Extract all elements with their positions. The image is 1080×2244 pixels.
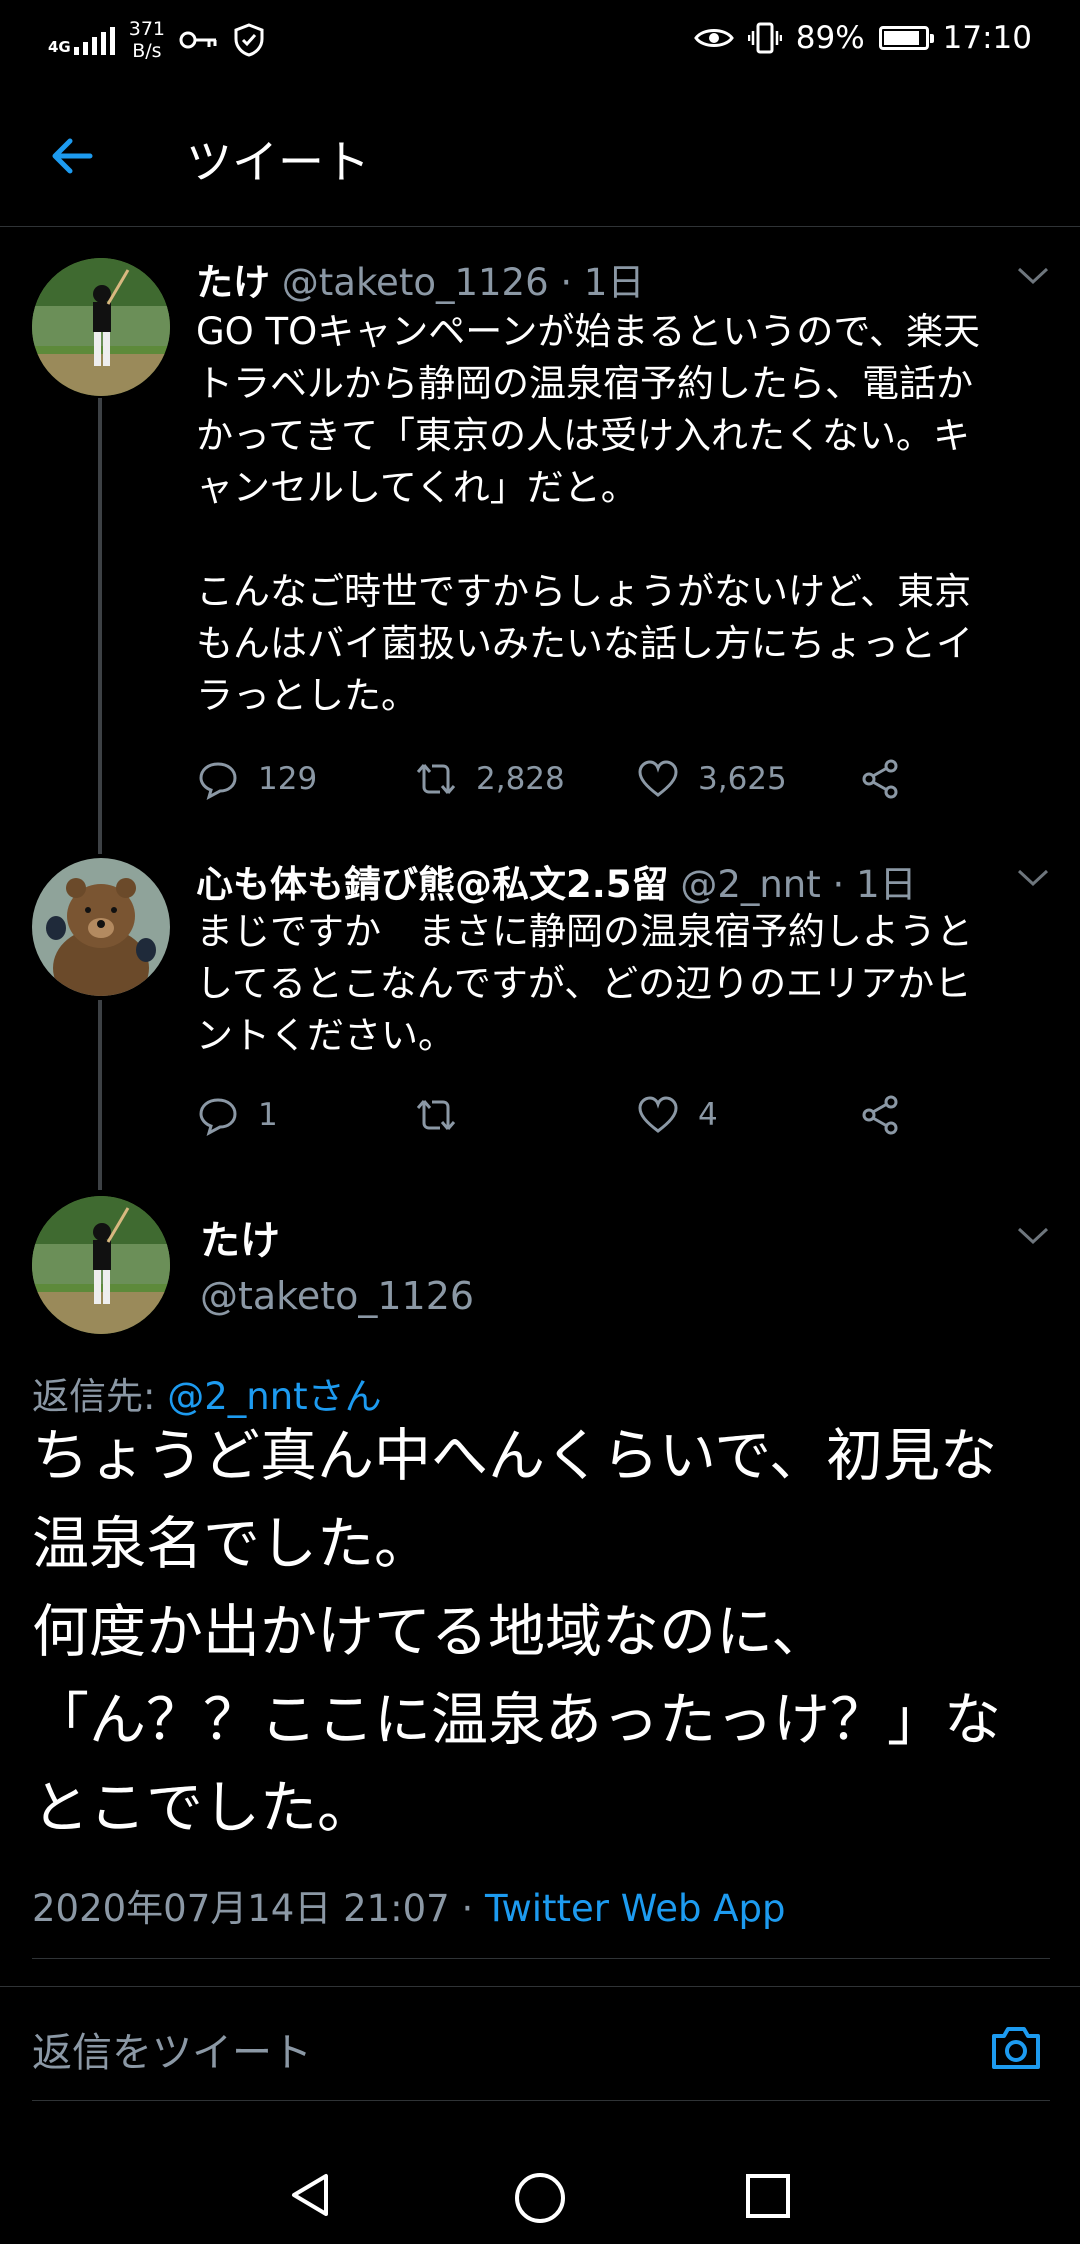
back-arrow-icon[interactable] [44, 128, 100, 184]
dot-separator: · [560, 261, 573, 304]
key-icon [179, 31, 217, 49]
share-icon [862, 759, 898, 799]
recents-nav-icon[interactable] [744, 2172, 792, 2220]
share-button[interactable] [858, 1093, 902, 1137]
tweet-timestamp: 2020年07月14日 21:07 · Twitter Web App [32, 1878, 786, 1932]
author-name[interactable]: 心も体も錆び熊@私文2.5留 [196, 863, 669, 906]
like-count: 3,625 [698, 761, 787, 797]
reply-button[interactable]: 1 [196, 1093, 414, 1137]
battery-percent: 89% [795, 20, 865, 56]
author-name[interactable]: たけ [200, 1208, 280, 1266]
heart-icon [638, 1096, 678, 1133]
dot-separator: · [449, 1887, 486, 1930]
tweet-actions: 129 2,828 3,625 [196, 754, 996, 804]
top-app-bar: ツイート [0, 86, 1080, 227]
share-icon [862, 1095, 898, 1135]
reply-input[interactable]: 返信をツイート [32, 2020, 312, 2078]
chevron-down-icon[interactable] [1016, 1226, 1050, 1246]
tweet-actions: 1 4 [196, 1090, 996, 1140]
author-handle[interactable]: @taketo_1126 [282, 261, 549, 304]
divider [0, 1986, 1080, 1987]
retweet-icon [416, 1100, 456, 1130]
battery-icon [878, 26, 934, 50]
network-type: 4G [48, 38, 71, 56]
reply-count: 1 [258, 1097, 278, 1133]
reply-count: 129 [258, 761, 318, 797]
system-nav-bar [0, 2142, 1080, 2244]
like-button[interactable]: 3,625 [636, 757, 858, 801]
net-speed-unit: B/s [132, 40, 162, 62]
reply-icon [199, 762, 237, 801]
heart-icon [638, 760, 678, 797]
timestamp-date: 2020年07月14日 21:07 [32, 1887, 450, 1930]
net-speed-value: 371 [128, 18, 166, 40]
reply-button[interactable]: 129 [196, 757, 414, 801]
avatar[interactable] [32, 1196, 170, 1334]
author-handle[interactable]: @taketo_1126 [200, 1274, 474, 1318]
like-count: 4 [698, 1097, 718, 1133]
tweet-text: GO TOキャンペーンが始まるというので、楽天 トラベルから静岡の温泉宿予約した… [196, 310, 980, 717]
share-button[interactable] [858, 757, 902, 801]
divider [32, 2100, 1050, 2101]
dot-separator: · [832, 863, 845, 906]
tweet-text: まじですか まさに静岡の温泉宿予約しようと してるとこなんですが、どの辺りのエリ… [196, 910, 973, 1057]
tweet-age: 1日 [583, 261, 645, 304]
back-nav-icon[interactable] [286, 2170, 336, 2220]
page-title: ツイート [186, 135, 370, 189]
author-name[interactable]: たけ [196, 261, 270, 304]
status-bar: 4G 371 B/s 89% 17:10 [0, 0, 1080, 86]
avatar[interactable] [32, 858, 170, 996]
net-speed: 371 B/s [129, 18, 165, 62]
divider [32, 1958, 1050, 1959]
tweet-age: 1日 [856, 863, 917, 906]
vibrate-icon [747, 22, 782, 54]
thread-connector [98, 1000, 102, 1190]
home-nav-icon[interactable] [512, 2170, 568, 2226]
like-button[interactable]: 4 [636, 1093, 858, 1137]
signal-icon [73, 25, 115, 55]
retweet-icon [416, 764, 456, 794]
retweet-button[interactable]: 2,828 [414, 757, 636, 801]
chevron-down-icon[interactable] [1016, 266, 1050, 286]
avatar[interactable] [32, 258, 170, 396]
camera-icon[interactable] [988, 2020, 1044, 2076]
chevron-down-icon[interactable] [1016, 868, 1050, 888]
retweet-count: 2,828 [476, 761, 565, 797]
reply-icon [199, 1098, 237, 1137]
clock: 17:10 [942, 20, 1032, 56]
retweet-button[interactable] [414, 1093, 636, 1137]
author-handle[interactable]: @2_nnt [680, 863, 820, 906]
shield-icon [234, 23, 264, 57]
eye-icon [693, 29, 734, 47]
thread-connector [98, 398, 102, 854]
source-app-link[interactable]: Twitter Web App [485, 1887, 785, 1930]
tweet-text: ちょうど真ん中へんくらいで、初見な 温泉名でした。 何度か出かけてる地域なのに、… [32, 1423, 1001, 1841]
